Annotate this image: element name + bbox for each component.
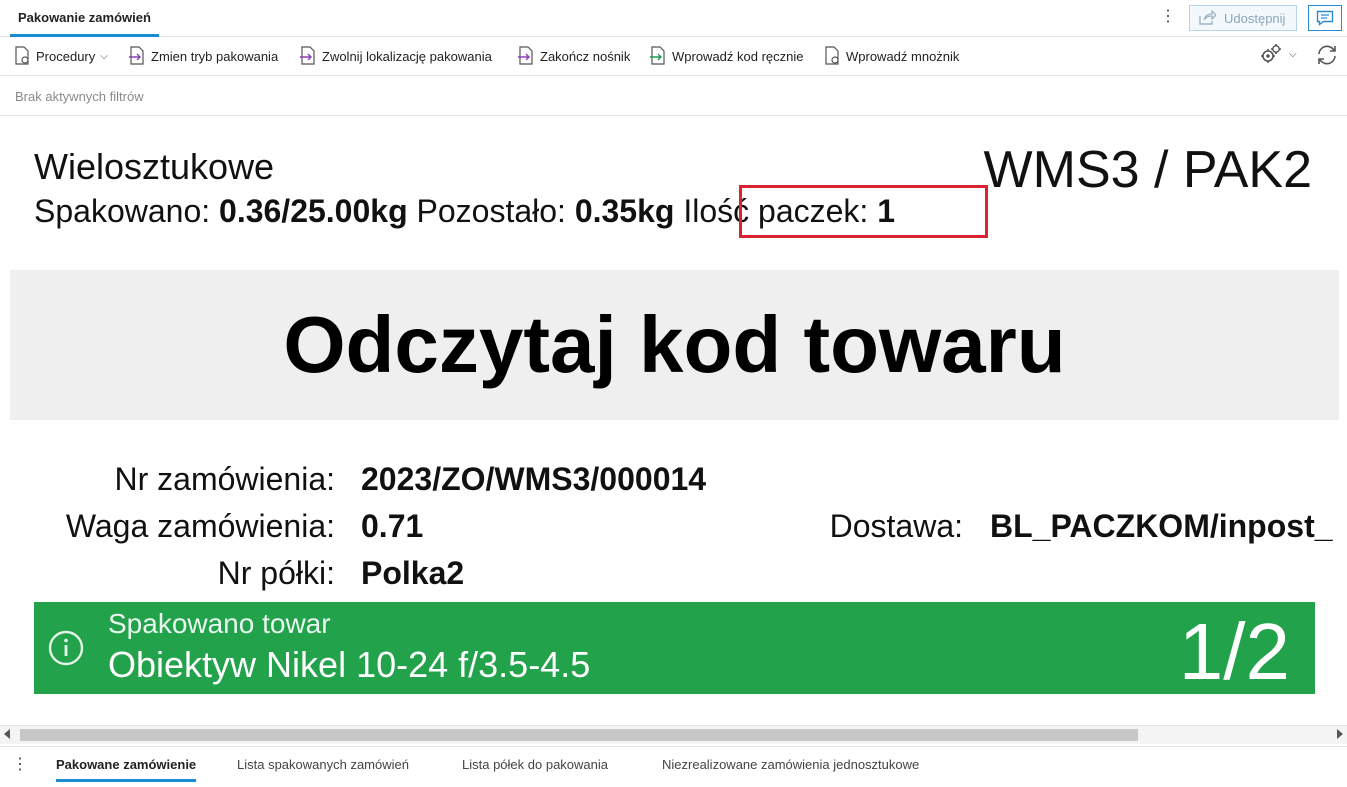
packages-highlight-box — [739, 185, 988, 238]
release-location-label: Zwolnij lokalizację pakowania — [322, 48, 492, 64]
bottom-tab-bar: ⋮ Pakowane zamówienie Lista spakowanych … — [0, 746, 1347, 787]
document-import-icon — [650, 46, 665, 65]
packed-value: 0.36/25.00kg — [219, 193, 408, 229]
finish-carrier-label: Zakończ nośnik — [540, 48, 631, 64]
delivery-label: Dostawa: — [829, 508, 963, 544]
notice-item-count: 1/2 — [1178, 607, 1290, 696]
more-options-icon[interactable]: ⋮ — [12, 756, 28, 774]
info-icon — [48, 630, 84, 666]
notice-title: Spakowano towar — [108, 608, 331, 639]
station-name: WMS3 / PAK2 — [983, 141, 1312, 199]
chevron-down-icon: ⌵ — [100, 50, 108, 62]
divider — [0, 115, 1347, 116]
packing-mode: Wielosztukowe — [34, 146, 275, 187]
packed-label: Spakowano: — [34, 193, 211, 229]
scroll-left-icon[interactable] — [4, 729, 10, 739]
share-icon — [1199, 10, 1216, 25]
refresh-button[interactable] — [1315, 43, 1339, 67]
enter-code-label: Wprowadź kod ręcznie — [672, 48, 804, 64]
enter-code-button[interactable]: Wprowadź kod ręcznie — [649, 44, 804, 68]
tab-packed-order[interactable]: Pakowane zamówienie — [56, 757, 197, 782]
horizontal-scrollbar[interactable] — [0, 725, 1347, 744]
document-arrow-icon — [300, 46, 315, 65]
share-button-label: Udostępnij — [1224, 10, 1286, 26]
scroll-right-icon[interactable] — [1337, 729, 1343, 739]
tab-packed-orders-list[interactable]: Lista spakowanych zamówień — [237, 757, 409, 772]
change-mode-button[interactable]: Zmien tryb pakowania — [128, 44, 278, 68]
instruction-banner: Odczytaj kod towaru — [10, 270, 1339, 420]
document-arrow-icon — [129, 46, 144, 65]
tab-packing-orders[interactable]: Pakowanie zamówień — [10, 0, 159, 37]
document-gear-icon — [15, 46, 29, 65]
comments-button[interactable] — [1308, 5, 1342, 31]
order-number-label: Nr zamówienia: — [114, 461, 335, 497]
more-options-icon[interactable]: ⋮ — [1160, 8, 1176, 26]
finish-carrier-button[interactable]: Zakończ nośnik — [517, 44, 630, 68]
comment-icon — [1316, 10, 1334, 26]
notice-product-name: Obiektyw Nikel 10-24 f/3.5-4.5 — [108, 644, 591, 685]
change-mode-label: Zmien tryb pakowania — [151, 48, 279, 64]
delivery-value: BL_PACZKOM/inpost_ — [990, 508, 1333, 544]
procedures-label: Procedury — [36, 48, 96, 64]
gears-icon — [1261, 44, 1281, 63]
chevron-down-icon: ⌵ — [1289, 48, 1297, 60]
shelf-number-value: Polka2 — [361, 555, 465, 591]
enter-multiplier-button[interactable]: Wprowadź mnożnik — [823, 44, 959, 68]
order-weight-value: 0.71 — [361, 508, 424, 544]
tab-shelves-to-pack[interactable]: Lista półek do pakowania — [462, 757, 608, 772]
order-weight-label: Waga zamówienia: — [65, 508, 335, 544]
order-number-value: 2023/ZO/WMS3/000014 — [361, 461, 707, 497]
top-bar: Pakowanie zamówień ⋮ Udostępnij — [0, 0, 1347, 37]
packed-item-notice: Spakowano towar Obiektyw Nikel 10-24 f/3… — [34, 602, 1315, 696]
document-arrow-icon — [518, 46, 533, 65]
instruction-text: Odczytaj kod towaru — [283, 300, 1066, 389]
shelf-number-label: Nr półki: — [217, 555, 335, 591]
enter-multiplier-label: Wprowadź mnożnik — [846, 48, 960, 64]
tab-unfulfilled-single-orders[interactable]: Niezrealizowane zamówienia jednosztukowe — [662, 757, 919, 772]
release-location-button[interactable]: Zwolnij lokalizację pakowania — [299, 44, 492, 68]
document-gear-icon — [825, 46, 839, 65]
share-button[interactable]: Udostępnij — [1189, 5, 1297, 31]
settings-dropdown[interactable]: ⌵ — [1259, 43, 1297, 65]
remaining-value: 0.35kg — [574, 193, 675, 229]
filter-status: Brak aktywnych filtrów — [15, 89, 144, 104]
remaining-label: Pozostało: — [416, 193, 566, 229]
refresh-icon — [1318, 45, 1336, 65]
toolbar: Procedury ⌵ Zmien tryb pakowania Zwolnij… — [0, 37, 1347, 76]
procedures-button[interactable]: Procedury ⌵ — [13, 44, 108, 68]
scrollbar-thumb[interactable] — [20, 729, 1138, 741]
